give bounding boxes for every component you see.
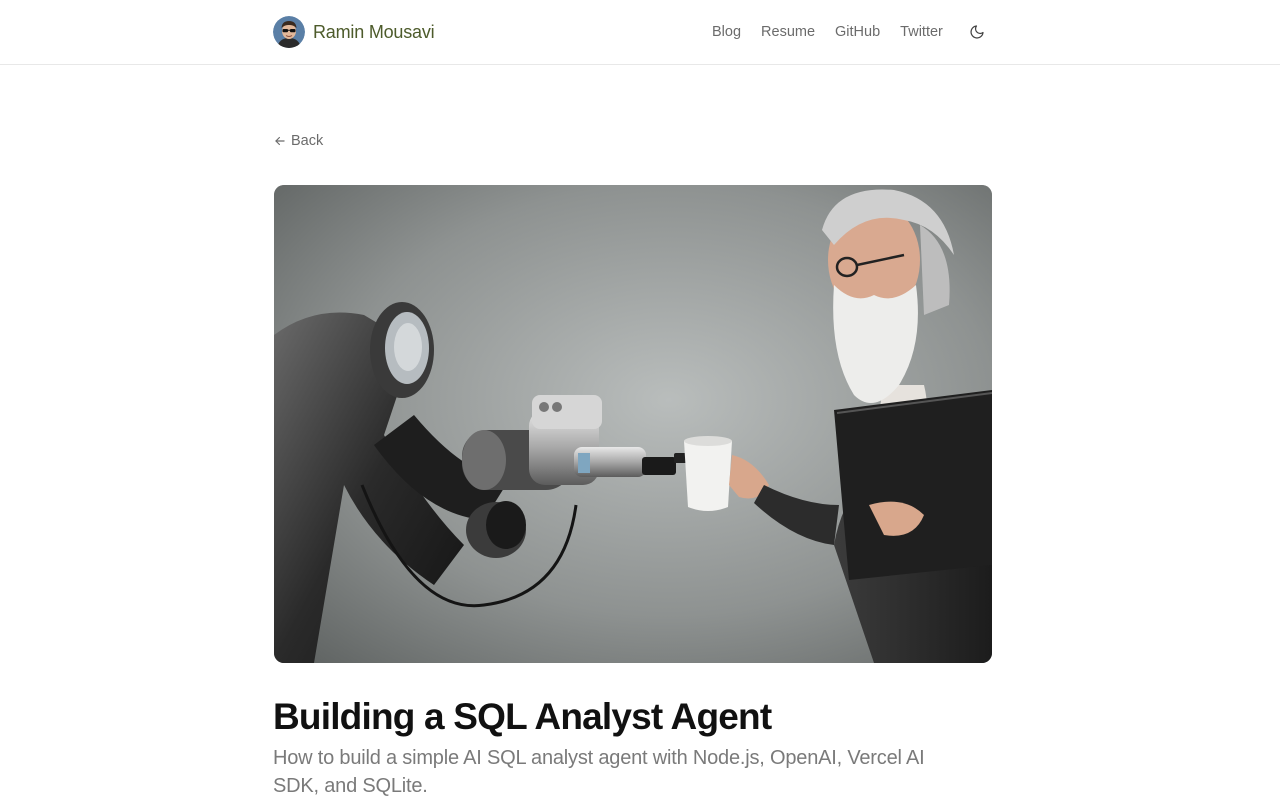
article-subtitle: How to build a simple AI SQL analyst age… xyxy=(273,747,925,797)
site-title: Ramin Mousavi xyxy=(313,21,435,42)
back-link[interactable]: Back xyxy=(273,133,323,149)
nav-blog[interactable]: Blog xyxy=(712,22,741,42)
back-label: Back xyxy=(291,133,324,149)
site-header: Ramin Mousavi Blog Resume GitHub Twitter xyxy=(0,0,1280,65)
home-link[interactable]: Ramin Mousavi xyxy=(273,16,435,48)
nav-resume[interactable]: Resume xyxy=(761,22,815,42)
article-title: Building a SQL Analyst Agent xyxy=(273,696,772,737)
nav-twitter[interactable]: Twitter xyxy=(900,22,943,42)
moon-icon xyxy=(970,25,984,39)
hero-image xyxy=(274,185,992,663)
nav-github[interactable]: GitHub xyxy=(835,22,880,42)
arrow-left-icon xyxy=(275,136,285,146)
theme-toggle-button[interactable] xyxy=(966,21,988,43)
main-nav: Blog Resume GitHub Twitter xyxy=(712,22,963,42)
avatar xyxy=(273,16,305,48)
